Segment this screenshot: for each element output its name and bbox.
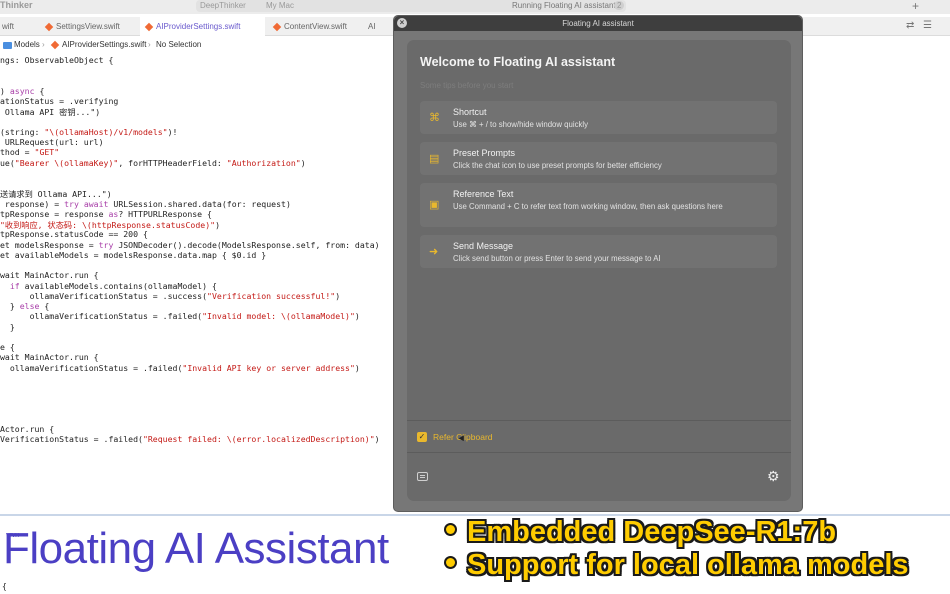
code-line: ollamaVerificationStatus = .success("Ver… (0, 290, 341, 301)
code-line: e { (0, 342, 15, 352)
tab-content-view[interactable]: ContentView.swift (268, 17, 360, 36)
run-status: Running Floating AI assistant (512, 1, 616, 10)
code-line: if availableModels.contains(ollamaModel)… (9, 280, 217, 291)
caption-bullet-2: Support for local ollama models (446, 549, 909, 582)
tab-label: AIProviderSettings.swift (156, 22, 241, 31)
assistant-panel: Welcome to Floating AI assistant Some ti… (407, 40, 791, 501)
chat-bubble-icon: ▤ (429, 153, 440, 165)
preset-prompts-button[interactable] (417, 472, 428, 481)
code-line: URLRequest(url: url) (0, 137, 104, 147)
code-line: et availableModels = modelsResponse.data… (0, 249, 267, 260)
close-icon[interactable]: × (397, 18, 407, 28)
bullet-dot (446, 557, 455, 567)
run-destination[interactable]: My Mac (266, 1, 294, 10)
breadcrumb-folder[interactable]: Models (14, 40, 40, 49)
tab-label: wift (2, 22, 14, 31)
code-line: Ollama API 密钥...") (0, 107, 101, 118)
run-badge: 2 (614, 1, 625, 10)
tab-settings-view[interactable]: SettingsView.swift (42, 17, 138, 36)
swift-file-icon (44, 22, 54, 32)
code-line: tpResponse.statusCode == 200 { (0, 229, 148, 240)
code-line: ue("Bearer \(ollamaKey)", forHTTPHeaderF… (0, 157, 306, 168)
scheme-target[interactable]: DeepThinker (200, 1, 246, 10)
caption-title: Floating AI Assistant (3, 524, 389, 573)
tip-title: Preset Prompts (453, 148, 516, 158)
code-line: VerificationStatus = .failed("Request fa… (0, 434, 380, 445)
code-line: ) async { (0, 85, 45, 96)
tip-title: Reference Text (453, 189, 514, 199)
tip-send-message: ➜ Send Message Click send button or pres… (420, 235, 777, 268)
code-line: ngs: ObservableObject { (0, 55, 114, 65)
editor-options-icon[interactable]: ☰ (923, 20, 932, 31)
code-editor[interactable]: ngs: ObservableObject { ) async {ationSta… (0, 54, 395, 514)
welcome-subheading: Some tips before you start (420, 81, 514, 90)
caption-bullet-text: Support for local ollama models (467, 549, 909, 581)
send-arrow-icon: ➜ (429, 246, 439, 258)
folder-icon (3, 42, 12, 49)
breadcrumb-selection[interactable]: No Selection (156, 40, 201, 49)
breadcrumb-file[interactable]: AIProviderSettings.swift (62, 40, 146, 49)
caption-bullet-text: Embedded DeepSee-R1:7b (467, 516, 837, 548)
tab-ai[interactable]: AI (362, 17, 392, 36)
screen: Thinker DeepThinker My Mac Running Float… (0, 0, 950, 594)
divider (407, 452, 791, 453)
tab-prev[interactable]: wift (0, 17, 40, 36)
code-line: (string: "\(ollamaHost)/v1/models")! (0, 126, 178, 137)
code-line: ollamaVerificationStatus = .failed("Inva… (0, 311, 360, 322)
welcome-heading: Welcome to Floating AI assistant (420, 55, 616, 69)
command-icon: ⌘ (429, 112, 440, 124)
code-line: et modelsResponse = try JSONDecoder().de… (0, 239, 380, 250)
add-tab-icon[interactable]: + (912, 0, 919, 13)
tip-title: Shortcut (453, 107, 487, 117)
code-line: response) = try await URLSession.shared.… (0, 198, 291, 209)
code-line: ollamaVerificationStatus = .failed("Inva… (0, 362, 360, 373)
tab-label: ContentView.swift (284, 22, 347, 31)
swift-file-icon (272, 22, 282, 32)
settings-gear-icon[interactable]: ⚙ (767, 468, 780, 485)
tip-shortcut: ⌘ Shortcut Use ⌘ + / to show/hide window… (420, 101, 777, 134)
tip-desc: Use ⌘ + / to show/hide window quickly (453, 120, 588, 129)
divider (407, 420, 791, 421)
caption-bullet-1: Embedded DeepSee-R1:7b (446, 516, 836, 549)
window-title: Floating AI assistant (562, 19, 634, 28)
tab-label: SettingsView.swift (56, 22, 120, 31)
scheme-activity-bar[interactable]: DeepThinker My Mac Running Floating AI a… (196, 0, 626, 12)
tab-ai-provider-settings[interactable]: AIProviderSettings.swift (140, 17, 265, 36)
app-name: Thinker (0, 0, 33, 10)
bullet-dot (446, 524, 455, 534)
tip-preset-prompts: ▤ Preset Prompts Click the chat icon to … (420, 142, 777, 175)
code-line: Actor.run { (0, 424, 55, 434)
code-line: ationStatus = .verifying (0, 96, 119, 106)
tip-title: Send Message (453, 241, 514, 251)
code-line: } (0, 321, 15, 332)
breadcrumb-separator: › (42, 40, 45, 49)
swap-icon[interactable]: ⇄ (906, 20, 914, 31)
xcode-toolbar: Thinker DeepThinker My Mac Running Float… (0, 0, 950, 14)
tip-desc: Use Command + C to refer text from worki… (453, 202, 723, 211)
tip-reference-text: ▣ Reference Text Use Command + C to refe… (420, 183, 777, 227)
refer-clipboard-checkbox[interactable]: ✓ (417, 432, 427, 442)
code-brace: { (2, 582, 7, 591)
code-line: wait MainActor.run { (0, 270, 99, 281)
code-line: thod = "GET" (0, 147, 60, 158)
code-line: } else { (0, 301, 50, 311)
code-line: wait MainActor.run { (0, 352, 99, 363)
window-title-bar[interactable]: × Floating AI assistant (394, 16, 802, 31)
clipboard-icon: ▣ (429, 199, 440, 211)
breadcrumb-separator: › (148, 40, 151, 49)
tip-desc: Click the chat icon to use preset prompt… (453, 161, 662, 170)
floating-ai-window: × Floating AI assistant Welcome to Float… (393, 15, 803, 512)
tab-label: AI (368, 22, 376, 31)
code-line: tpResponse = response as? HTTPURLRespons… (0, 208, 212, 219)
swift-file-icon (144, 22, 154, 32)
tip-desc: Click send button or press Enter to send… (453, 254, 661, 263)
